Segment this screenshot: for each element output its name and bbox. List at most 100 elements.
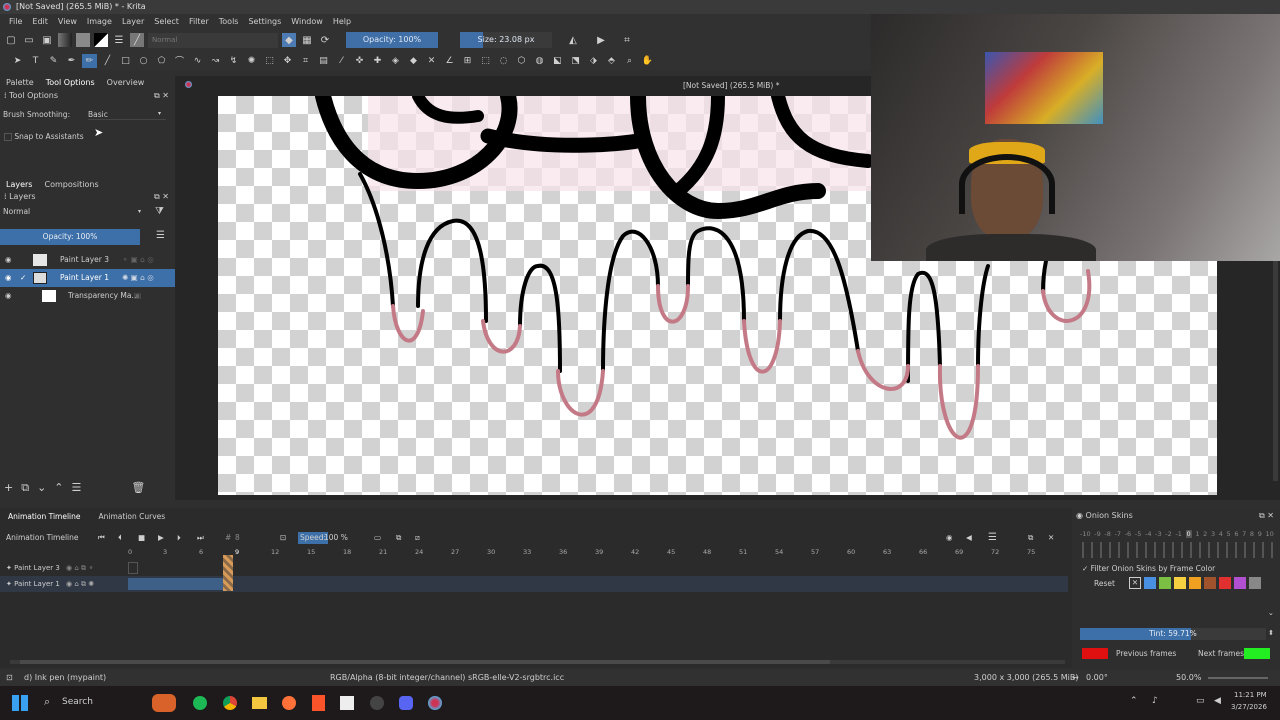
mic-icon[interactable]: ♪: [1152, 696, 1158, 706]
onion-frame-numbers[interactable]: -10 -9 -8 -7 -6 -5 -4 -3 -2 -1 0 1 2 3 4 5 6 7 8 9 10: [1072, 522, 1280, 538]
color-filter-red[interactable]: [1219, 577, 1231, 589]
frame-cell[interactable]: [128, 562, 138, 574]
volume-icon[interactable]: ◀: [1214, 696, 1221, 706]
measure-tool-icon[interactable]: ∠: [442, 54, 457, 68]
layout-icon[interactable]: ▭: [374, 529, 381, 547]
similar-select-icon[interactable]: ⬔: [568, 54, 583, 68]
freehand-select-icon[interactable]: ◍: [532, 54, 547, 68]
chrome-icon[interactable]: [223, 696, 237, 710]
save-icon[interactable]: ▣: [40, 33, 54, 47]
menu-image[interactable]: Image: [82, 14, 117, 29]
contiguous-select-icon[interactable]: ⬕: [550, 54, 565, 68]
timeline-layer-row-selected[interactable]: ✦ Paint Layer 1 ◉ ⌂ ⧉ ✺: [0, 576, 1068, 592]
float-icon[interactable]: ⧉: [1028, 529, 1033, 547]
tab-compositions[interactable]: Compositions: [44, 178, 98, 191]
visibility-eye-icon[interactable]: ◉: [5, 251, 12, 269]
magnetic-select-icon[interactable]: ⬘: [604, 54, 619, 68]
keyframe-menu-icon[interactable]: ☰: [988, 529, 997, 547]
play-icon[interactable]: ▶: [158, 529, 164, 547]
menu-edit[interactable]: Edit: [27, 14, 53, 29]
visibility-eye-icon[interactable]: ◉: [5, 269, 12, 287]
tab-overview[interactable]: Overview: [107, 76, 145, 90]
move-tool-icon[interactable]: ✥: [280, 54, 295, 68]
text-tool-icon[interactable]: T: [28, 54, 43, 68]
calligraphy-icon[interactable]: ✒: [64, 54, 79, 68]
color-picker-icon[interactable]: ⁄: [334, 54, 349, 68]
previous-frames-color[interactable]: [1082, 648, 1108, 659]
select-shapes-icon[interactable]: ➤: [10, 54, 25, 68]
krita-taskbar-icon[interactable]: [428, 696, 442, 710]
close-icon[interactable]: ✕: [1267, 511, 1274, 520]
blend-mode-select[interactable]: Normal: [148, 32, 278, 48]
move-up-icon[interactable]: ⌃: [54, 481, 63, 495]
menu-settings[interactable]: Settings: [243, 14, 286, 29]
layer-props-icon[interactable]: ✺ ▣ ⌂ ◎: [122, 269, 154, 287]
tab-tool-options[interactable]: Tool Options: [46, 76, 95, 90]
layer-row[interactable]: ◉ Transparency Ma... ▣: [0, 287, 175, 305]
delete-layer-icon[interactable]: 🗑: [131, 481, 145, 495]
layer-name[interactable]: Transparency Ma...: [68, 287, 139, 305]
stop-icon[interactable]: ■: [138, 529, 145, 547]
mirror-vertical-icon[interactable]: ▶: [594, 33, 608, 47]
search-icon[interactable]: ⌕: [44, 695, 50, 709]
file-explorer-icon[interactable]: [252, 697, 267, 709]
layer-opacity-slider[interactable]: Opacity: 100%: [0, 229, 140, 245]
layer-name[interactable]: Paint Layer 3: [60, 251, 109, 269]
size-slider[interactable]: Size: 23.08 px: [460, 32, 552, 48]
fill-tool-icon[interactable]: ◈: [388, 54, 403, 68]
float-icon[interactable]: ⧉: [154, 192, 160, 201]
github-icon[interactable]: [370, 696, 384, 710]
color-space-info[interactable]: RGB/Alpha (8-bit integer/channel) sRGB-e…: [330, 670, 564, 686]
layer-properties-icon[interactable]: ☰: [72, 481, 82, 495]
rect-select-icon[interactable]: ⬚: [478, 54, 493, 68]
tab-animation-curves[interactable]: Animation Curves: [99, 512, 166, 521]
checkmark-icon[interactable]: ✓: [1082, 564, 1091, 573]
menu-file[interactable]: File: [4, 14, 27, 29]
gradient-swatch-icon[interactable]: [58, 33, 72, 47]
ellipse-select-icon[interactable]: ◌: [496, 54, 511, 68]
color-filter-yellow[interactable]: [1174, 577, 1186, 589]
next-frame-icon[interactable]: ⏵: [177, 529, 181, 547]
layer-menu-icon[interactable]: ☰: [156, 230, 165, 241]
new-document-icon[interactable]: ▢: [4, 33, 18, 47]
clock-time[interactable]: 11:21 PM: [1234, 691, 1267, 699]
opacity-slider[interactable]: Opacity: 100%: [346, 32, 438, 48]
zoom-tool-icon[interactable]: ⌕: [622, 54, 637, 68]
tab-palette[interactable]: Palette: [6, 76, 34, 90]
visibility-eye-icon[interactable]: ◉: [5, 287, 12, 305]
filter-icon[interactable]: ⧩: [155, 203, 164, 221]
enclose-fill-icon[interactable]: ◆: [406, 54, 421, 68]
onion-opacity-bars[interactable]: [1082, 542, 1274, 558]
bezier-tool-icon[interactable]: ∿: [190, 54, 205, 68]
tray-chevron-icon[interactable]: ⌃: [1130, 696, 1138, 706]
duplicate-layer-icon[interactable]: ⧉: [21, 481, 29, 495]
brush-tip-icon[interactable]: ╱: [130, 33, 144, 47]
widget-icon[interactable]: [152, 694, 176, 712]
clock-date[interactable]: 3/27/2026: [1231, 703, 1267, 711]
horizontal-scrollbar[interactable]: [10, 660, 1065, 664]
wrap-around-icon[interactable]: ⌗: [620, 33, 634, 47]
firefox-icon[interactable]: [282, 696, 296, 710]
zoom-value[interactable]: 50.0%: [1176, 670, 1201, 686]
brush-smoothing-select[interactable]: Basic: [88, 110, 166, 120]
frame-selection-range[interactable]: [128, 578, 225, 590]
gradient-tool-icon[interactable]: ▤: [316, 54, 331, 68]
color-filter-purple[interactable]: [1234, 577, 1246, 589]
float-icon[interactable]: ⧉: [154, 91, 160, 100]
colorize-mask-icon[interactable]: ✜: [352, 54, 367, 68]
eraser-mode-icon[interactable]: ◆: [282, 33, 296, 47]
windows-start-icon[interactable]: [12, 695, 28, 711]
freehand-path-icon[interactable]: ↝: [208, 54, 223, 68]
snap-checkbox[interactable]: [4, 133, 12, 141]
timeline-layer-row[interactable]: ✦ Paint Layer 3 ◉ ⌂ ⧉ ⚬: [0, 560, 1068, 576]
ellipse-tool-icon[interactable]: ○: [136, 54, 151, 68]
polygon-tool-icon[interactable]: ⬠: [154, 54, 169, 68]
float-icon[interactable]: ⧉: [1259, 511, 1265, 520]
tab-animation-timeline[interactable]: Animation Timeline: [8, 512, 81, 521]
playhead[interactable]: [223, 555, 233, 591]
tab-layers[interactable]: Layers: [6, 178, 32, 191]
menu-layer[interactable]: Layer: [117, 14, 149, 29]
bezier-select-icon[interactable]: ⬗: [586, 54, 601, 68]
open-document-icon[interactable]: ▭: [22, 33, 36, 47]
audio-icon[interactable]: ◀: [966, 529, 972, 547]
